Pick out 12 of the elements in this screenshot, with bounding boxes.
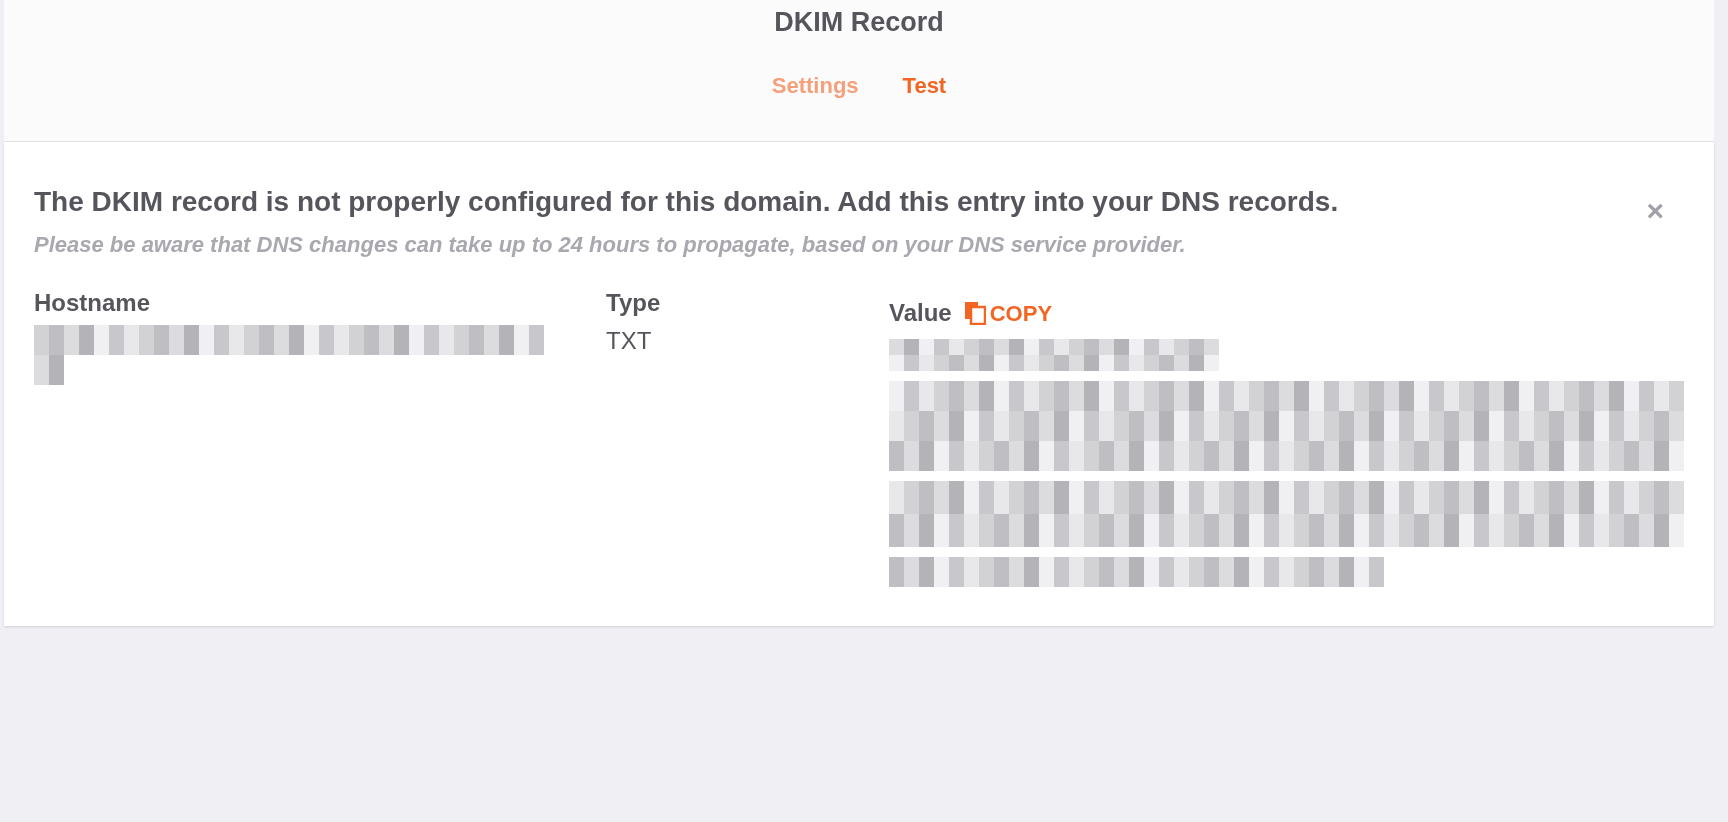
alert-note: Please be aware that DNS changes can take up to 24 hours to propagate, based on your DNS service provider. xyxy=(34,231,1187,259)
copy-button[interactable]: COPY xyxy=(963,296,1053,330)
column-label: Type xyxy=(606,288,662,318)
type-value: TXT xyxy=(606,326,653,356)
alert-message: The DKIM record is not properly configured for this domain. Add this entry into your DNS records. xyxy=(34,185,1339,219)
tab[interactable]: Settings xyxy=(771,68,859,102)
column-label: Value xyxy=(889,298,952,328)
copy-icon xyxy=(963,301,986,325)
close-button[interactable]: × xyxy=(1646,196,1664,226)
page-title: DKIM Record xyxy=(774,6,944,39)
column-label: Hostname xyxy=(34,288,152,318)
tab[interactable]: Test xyxy=(902,68,947,102)
